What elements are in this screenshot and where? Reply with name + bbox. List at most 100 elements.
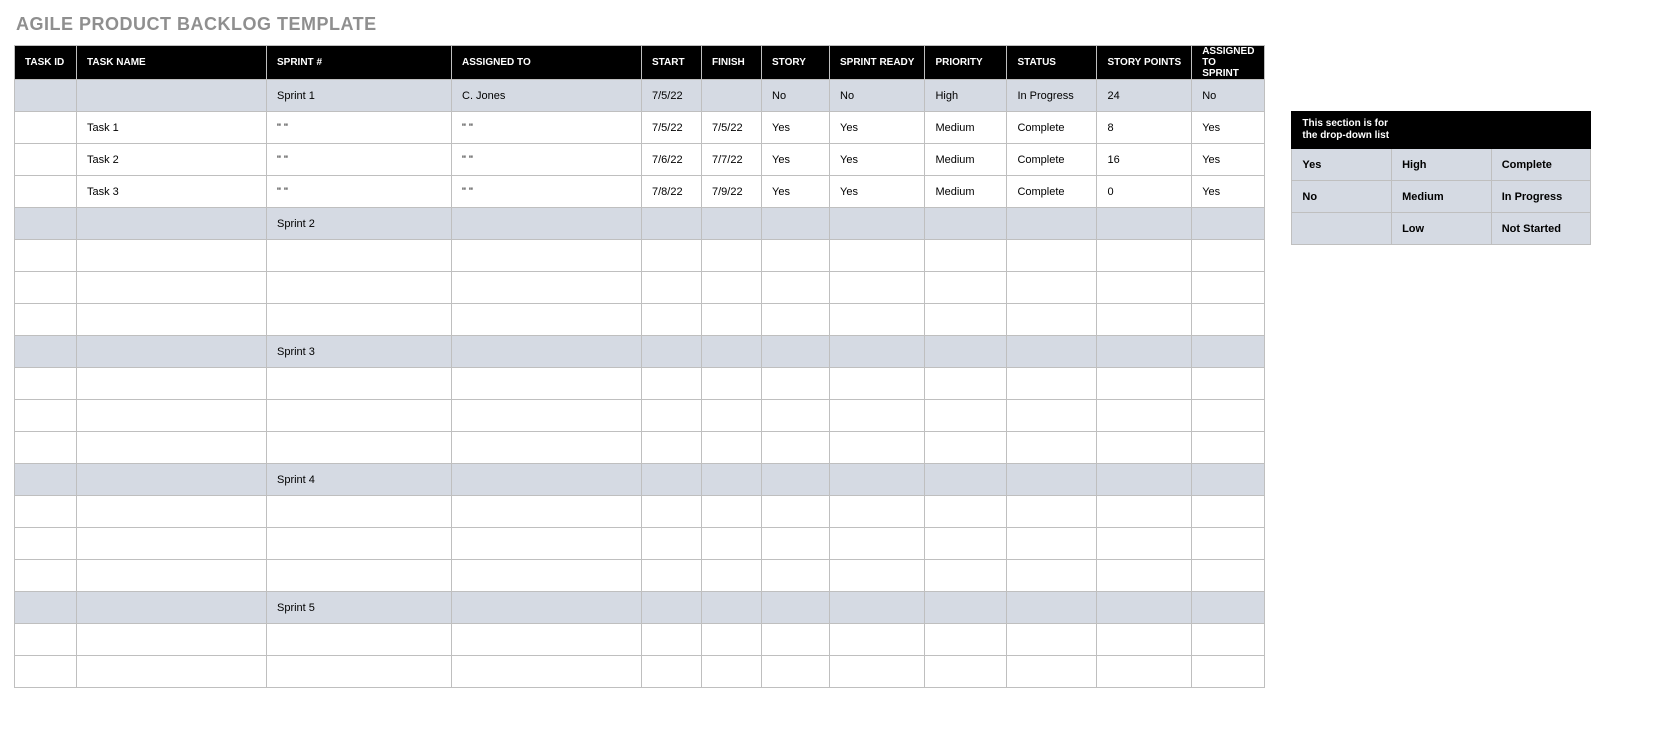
- cell-task_name[interactable]: [77, 368, 267, 400]
- cell-priority[interactable]: [925, 272, 1007, 304]
- cell-assigned_to[interactable]: " ": [452, 112, 642, 144]
- cell-status[interactable]: [1007, 432, 1097, 464]
- cell-sprint_ready[interactable]: [830, 464, 925, 496]
- cell-start[interactable]: [642, 528, 702, 560]
- cell-assigned_to_sprint[interactable]: [1192, 528, 1265, 560]
- cell-task_id[interactable]: [15, 368, 77, 400]
- cell-story_points[interactable]: [1097, 496, 1192, 528]
- cell-story[interactable]: [762, 528, 830, 560]
- cell-sprint_ready[interactable]: [830, 656, 925, 688]
- cell-sprint_ready[interactable]: [830, 336, 925, 368]
- cell-story_points[interactable]: 16: [1097, 144, 1192, 176]
- cell-finish[interactable]: [702, 496, 762, 528]
- cell-sprint[interactable]: [267, 240, 452, 272]
- cell-story[interactable]: [762, 400, 830, 432]
- cell-priority[interactable]: [925, 240, 1007, 272]
- cell-finish[interactable]: 7/9/22: [702, 176, 762, 208]
- cell-start[interactable]: [642, 208, 702, 240]
- cell-task_name[interactable]: [77, 432, 267, 464]
- cell-story[interactable]: [762, 656, 830, 688]
- cell-priority[interactable]: Medium: [925, 176, 1007, 208]
- cell-sprint[interactable]: Sprint 2: [267, 208, 452, 240]
- cell-assigned_to[interactable]: [452, 560, 642, 592]
- cell-task_id[interactable]: [15, 144, 77, 176]
- cell-task_name[interactable]: [77, 496, 267, 528]
- cell-sprint_ready[interactable]: [830, 432, 925, 464]
- cell-assigned_to[interactable]: C. Jones: [452, 80, 642, 112]
- cell-status[interactable]: [1007, 464, 1097, 496]
- cell-story_points[interactable]: 8: [1097, 112, 1192, 144]
- cell-start[interactable]: [642, 272, 702, 304]
- cell-task_name[interactable]: [77, 400, 267, 432]
- cell-start[interactable]: [642, 240, 702, 272]
- cell-task_id[interactable]: [15, 656, 77, 688]
- cell-task_id[interactable]: [15, 528, 77, 560]
- cell-start[interactable]: [642, 496, 702, 528]
- cell-priority[interactable]: [925, 336, 1007, 368]
- cell-status[interactable]: [1007, 272, 1097, 304]
- cell-sprint_ready[interactable]: [830, 560, 925, 592]
- cell-story_points[interactable]: [1097, 368, 1192, 400]
- cell-status[interactable]: [1007, 336, 1097, 368]
- cell-finish[interactable]: [702, 624, 762, 656]
- cell-status[interactable]: [1007, 496, 1097, 528]
- cell-story_points[interactable]: 0: [1097, 176, 1192, 208]
- cell-task_id[interactable]: [15, 80, 77, 112]
- cell-task_name[interactable]: [77, 464, 267, 496]
- cell-assigned_to[interactable]: [452, 304, 642, 336]
- cell-sprint[interactable]: [267, 400, 452, 432]
- cell-story_points[interactable]: [1097, 272, 1192, 304]
- cell-story_points[interactable]: [1097, 464, 1192, 496]
- cell-assigned_to_sprint[interactable]: [1192, 560, 1265, 592]
- cell-priority[interactable]: [925, 208, 1007, 240]
- cell-finish[interactable]: [702, 656, 762, 688]
- cell-task_id[interactable]: [15, 624, 77, 656]
- cell-assigned_to[interactable]: [452, 592, 642, 624]
- cell-status[interactable]: [1007, 240, 1097, 272]
- cell-sprint_ready[interactable]: Yes: [830, 176, 925, 208]
- cell-assigned_to[interactable]: [452, 368, 642, 400]
- cell-story[interactable]: [762, 240, 830, 272]
- cell-priority[interactable]: [925, 496, 1007, 528]
- cell-priority[interactable]: [925, 432, 1007, 464]
- cell-sprint[interactable]: " ": [267, 176, 452, 208]
- cell-task_name[interactable]: [77, 528, 267, 560]
- cell-assigned_to_sprint[interactable]: [1192, 464, 1265, 496]
- cell-task_name[interactable]: [77, 592, 267, 624]
- cell-task_name[interactable]: [77, 624, 267, 656]
- cell-story[interactable]: [762, 592, 830, 624]
- cell-story[interactable]: [762, 304, 830, 336]
- cell-status[interactable]: [1007, 624, 1097, 656]
- cell-task_name[interactable]: [77, 208, 267, 240]
- cell-sprint[interactable]: Sprint 3: [267, 336, 452, 368]
- cell-task_id[interactable]: [15, 400, 77, 432]
- cell-story_points[interactable]: [1097, 400, 1192, 432]
- cell-sprint_ready[interactable]: [830, 272, 925, 304]
- cell-sprint[interactable]: Sprint 1: [267, 80, 452, 112]
- cell-sprint_ready[interactable]: [830, 304, 925, 336]
- cell-priority[interactable]: [925, 592, 1007, 624]
- cell-sprint_ready[interactable]: [830, 400, 925, 432]
- cell-assigned_to_sprint[interactable]: [1192, 368, 1265, 400]
- cell-start[interactable]: [642, 592, 702, 624]
- cell-story[interactable]: [762, 464, 830, 496]
- cell-priority[interactable]: [925, 656, 1007, 688]
- cell-finish[interactable]: [702, 464, 762, 496]
- cell-start[interactable]: 7/5/22: [642, 80, 702, 112]
- cell-start[interactable]: [642, 432, 702, 464]
- cell-story[interactable]: [762, 624, 830, 656]
- cell-finish[interactable]: 7/7/22: [702, 144, 762, 176]
- cell-priority[interactable]: [925, 368, 1007, 400]
- cell-finish[interactable]: [702, 400, 762, 432]
- cell-story[interactable]: [762, 496, 830, 528]
- cell-task_name[interactable]: [77, 304, 267, 336]
- cell-start[interactable]: [642, 336, 702, 368]
- cell-assigned_to[interactable]: [452, 528, 642, 560]
- cell-sprint_ready[interactable]: [830, 528, 925, 560]
- cell-story_points[interactable]: [1097, 592, 1192, 624]
- cell-start[interactable]: [642, 656, 702, 688]
- cell-task_id[interactable]: [15, 432, 77, 464]
- cell-task_id[interactable]: [15, 272, 77, 304]
- cell-sprint[interactable]: Sprint 4: [267, 464, 452, 496]
- cell-start[interactable]: [642, 400, 702, 432]
